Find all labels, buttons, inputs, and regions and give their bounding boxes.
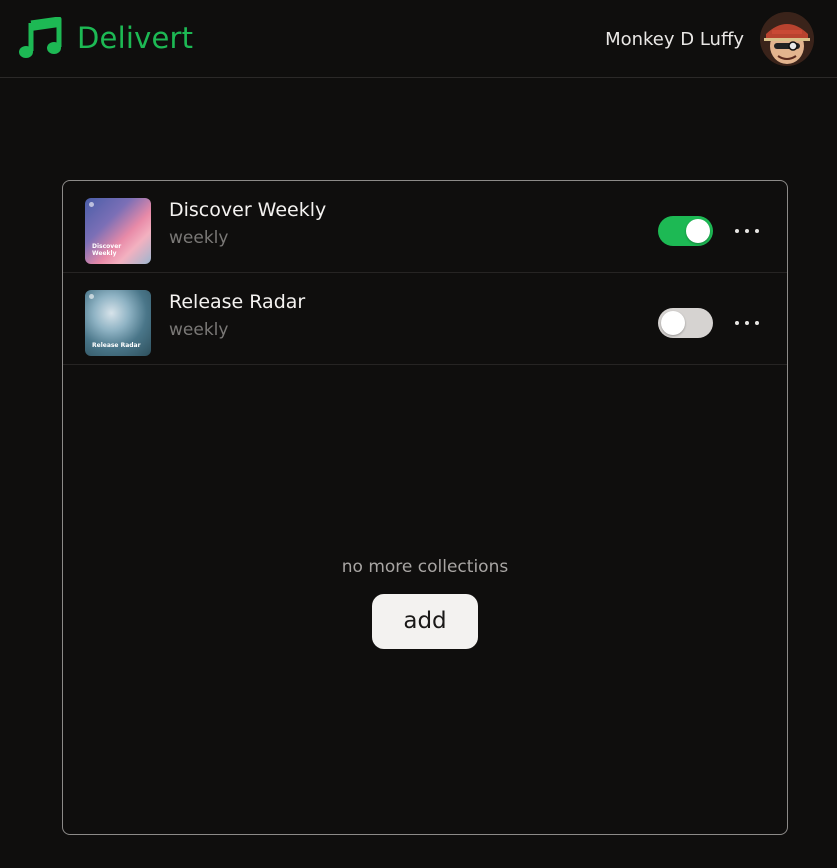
user-menu[interactable]: Monkey D Luffy (605, 12, 814, 66)
user-avatar[interactable] (760, 12, 814, 66)
brand[interactable]: Delivert (19, 17, 193, 59)
toggle-knob (686, 219, 710, 243)
toggle-knob (661, 311, 685, 335)
more-horizontal-icon[interactable] (735, 221, 759, 241)
cover-label: Discover Weekly (92, 243, 122, 257)
collection-row[interactable]: Discover Weekly Discover Weekly weekly (63, 181, 787, 273)
app-name: Delivert (77, 21, 194, 55)
collection-toggle[interactable] (658, 308, 713, 338)
collection-toggle[interactable] (658, 216, 713, 246)
collection-frequency: weekly (169, 228, 229, 248)
cover-label: Release Radar (92, 342, 141, 349)
music-note-icon (19, 17, 63, 59)
collection-title: Discover Weekly (169, 199, 327, 221)
cover-art: Discover Weekly (85, 198, 151, 264)
cover-art: Release Radar (85, 290, 151, 356)
collection-frequency: weekly (169, 320, 229, 340)
spotify-icon (89, 294, 94, 299)
collection-row[interactable]: Release Radar Release Radar weekly (63, 273, 787, 365)
empty-message: no more collections (341, 557, 509, 577)
add-collection-button[interactable]: add (372, 594, 478, 649)
app-header: Delivert Monkey D Luffy (0, 0, 837, 78)
more-horizontal-icon[interactable] (735, 313, 759, 333)
collection-title: Release Radar (169, 291, 306, 313)
spotify-icon (89, 202, 94, 207)
user-name: Monkey D Luffy (605, 28, 744, 50)
collections-panel: Discover Weekly Discover Weekly weekly R… (62, 180, 788, 835)
